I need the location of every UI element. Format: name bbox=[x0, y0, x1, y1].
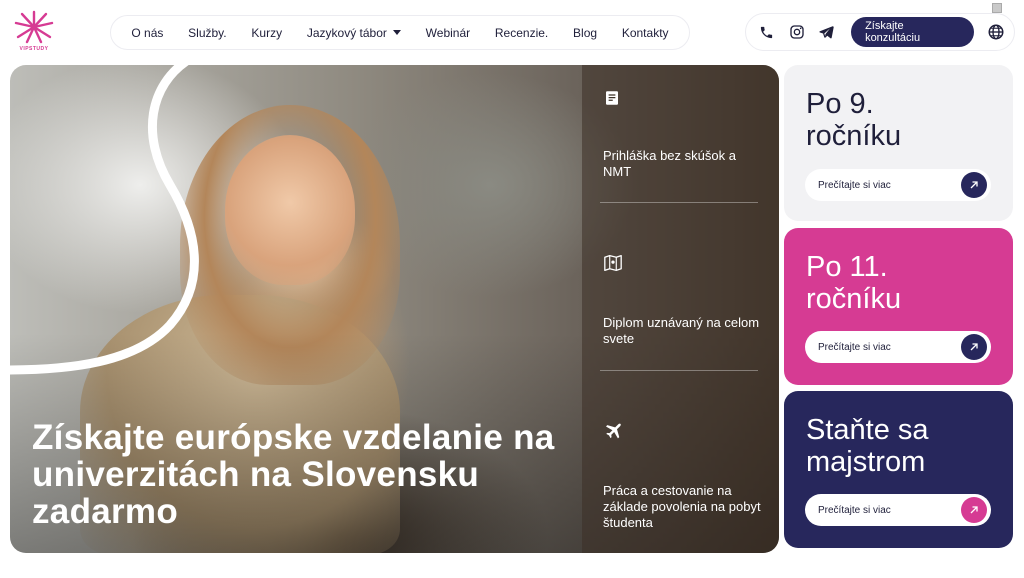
nav-item-label: O nás bbox=[131, 25, 164, 40]
chevron-down-icon bbox=[392, 30, 401, 35]
header-actions: Získajte konzultáciu bbox=[745, 13, 1015, 51]
arrow-up-right-icon bbox=[961, 172, 987, 198]
logo[interactable]: VIPSTUDY bbox=[10, 10, 58, 56]
instagram-icon[interactable] bbox=[786, 21, 808, 43]
nav-item-label: Webinár bbox=[425, 25, 471, 40]
nav-item-kurzy[interactable]: Kurzy bbox=[251, 26, 282, 40]
nav-item-jazykovy-tabor[interactable]: Jazykový tábor bbox=[307, 26, 401, 40]
decorative-curve-icon bbox=[10, 65, 199, 375]
nav-item-label: Jazykový tábor bbox=[306, 25, 387, 40]
hero-title: Získajte európske vzdelanie na univerzit… bbox=[32, 418, 555, 531]
logo-star-icon bbox=[14, 10, 54, 44]
hero-banner: Získajte európske vzdelanie na univerzit… bbox=[10, 65, 779, 553]
nav-item-o-nas[interactable]: O nás bbox=[131, 26, 163, 40]
nav-item-label: Recenzie. bbox=[494, 25, 549, 40]
card-after-9th-grade[interactable]: Po 9. ročníku Prečítajte si viac bbox=[784, 65, 1013, 221]
read-more-button[interactable]: Prečítajte si viac bbox=[805, 169, 991, 201]
airplane-icon bbox=[603, 421, 623, 441]
nav-item-webinar[interactable]: Webinár bbox=[426, 26, 470, 40]
nav-item-label: Kontakty bbox=[621, 25, 669, 40]
feature-text: Diplom uznávaný na celom svete bbox=[603, 315, 760, 346]
read-more-label: Prečítajte si viac bbox=[818, 179, 891, 191]
arrow-up-right-icon bbox=[961, 497, 987, 523]
nav-item-label: Blog bbox=[573, 25, 598, 40]
read-more-button[interactable]: Prečítajte si viac bbox=[805, 331, 991, 363]
globe-icon[interactable] bbox=[984, 20, 1008, 44]
phone-icon[interactable] bbox=[756, 21, 778, 43]
nav-item-label: Kurzy bbox=[251, 25, 283, 40]
divider bbox=[600, 370, 758, 371]
nav-item-label: Služby. bbox=[188, 25, 227, 40]
feature-text: Práca a cestovanie na základe povolenia … bbox=[603, 483, 761, 530]
card-after-11th-grade[interactable]: Po 11. ročníku Prečítajte si viac bbox=[784, 228, 1013, 385]
window-control bbox=[992, 3, 1002, 13]
read-more-button[interactable]: Prečítajte si viac bbox=[805, 494, 991, 526]
read-more-label: Prečítajte si viac bbox=[818, 504, 891, 516]
card-become-master[interactable]: Staňte sa majstrom Prečítajte si viac bbox=[784, 391, 1013, 548]
main-nav: O nás Služby. Kurzy Jazykový tábor Webin… bbox=[110, 15, 690, 50]
nav-item-recenzie[interactable]: Recenzie. bbox=[495, 26, 548, 40]
map-icon bbox=[603, 254, 623, 274]
feature-text: Prihláška bez skúšok a NMT bbox=[603, 148, 736, 179]
read-more-label: Prečítajte si viac bbox=[818, 341, 891, 353]
features-panel: Prihláška bez skúšok a NMT Diplom uznáva… bbox=[582, 65, 779, 553]
nav-item-sluzby[interactable]: Služby. bbox=[188, 26, 226, 40]
card-title: Po 11. ročníku bbox=[806, 251, 902, 315]
card-title: Staňte sa majstrom bbox=[806, 414, 929, 478]
arrow-up-right-icon bbox=[961, 334, 987, 360]
telegram-icon[interactable] bbox=[815, 21, 837, 43]
logo-text: VIPSTUDY bbox=[19, 46, 49, 52]
document-icon bbox=[603, 89, 623, 109]
card-title: Po 9. ročníku bbox=[806, 88, 902, 152]
divider bbox=[600, 202, 758, 203]
nav-item-blog[interactable]: Blog bbox=[573, 26, 597, 40]
consultation-button[interactable]: Získajte konzultáciu bbox=[851, 17, 975, 47]
nav-item-kontakty[interactable]: Kontakty bbox=[622, 26, 669, 40]
